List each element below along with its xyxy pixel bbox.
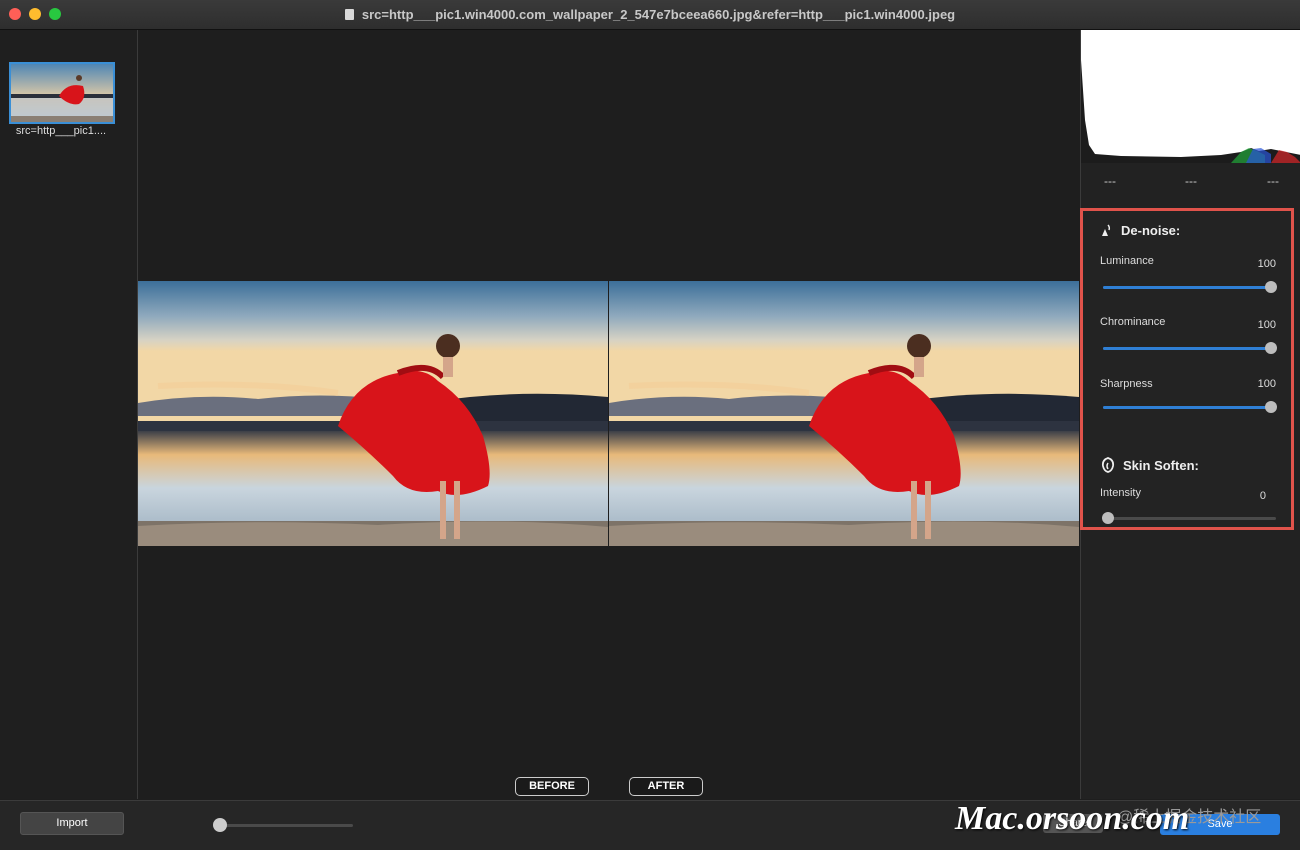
before-image bbox=[138, 281, 608, 546]
sharpness-label: Sharpness bbox=[1100, 378, 1153, 390]
image-canvas: BEFORE AFTER bbox=[138, 30, 1079, 799]
denoise-title: De-noise: bbox=[1121, 223, 1181, 238]
skin-soften-title: Skin Soften: bbox=[1123, 458, 1199, 473]
intensity-slider-knob[interactable] bbox=[1102, 512, 1114, 524]
luminance-slider-fill bbox=[1103, 286, 1271, 289]
histogram-value-2: --- bbox=[1185, 174, 1197, 188]
chrominance-label: Chrominance bbox=[1100, 316, 1166, 328]
watermark-main: Mac.orsoon.com bbox=[955, 800, 1190, 837]
luminance-slider[interactable] bbox=[1103, 281, 1277, 293]
document-icon bbox=[344, 9, 354, 20]
histogram-value-3: --- bbox=[1267, 174, 1279, 188]
chrominance-slider-fill bbox=[1103, 347, 1271, 350]
adjustments-highlight-box: De-noise: Luminance 100 Chrominance 100 … bbox=[1080, 208, 1294, 530]
sharpness-slider[interactable] bbox=[1103, 401, 1277, 413]
thumbnail-label: src=http___pic1.... bbox=[15, 125, 107, 137]
skin-soften-icon bbox=[1101, 457, 1115, 473]
luminance-label: Luminance bbox=[1100, 255, 1154, 267]
luminance-slider-knob[interactable] bbox=[1265, 281, 1277, 293]
before-button[interactable]: BEFORE bbox=[515, 777, 589, 796]
denoise-icon bbox=[1102, 224, 1111, 236]
intensity-slider[interactable] bbox=[1102, 512, 1276, 524]
image-thumbnail[interactable] bbox=[9, 62, 115, 124]
histogram-value-1: --- bbox=[1104, 174, 1116, 188]
after-button[interactable]: AFTER bbox=[629, 777, 703, 796]
import-button[interactable]: Import bbox=[20, 812, 124, 835]
chrominance-value: 100 bbox=[1257, 319, 1276, 331]
chrominance-slider-knob[interactable] bbox=[1265, 342, 1277, 354]
window-title: src=http___pic1.win4000.com_wallpaper_2_… bbox=[361, 7, 956, 22]
title-bar: src=http___pic1.win4000.com_wallpaper_2_… bbox=[0, 0, 1300, 30]
zoom-slider-knob[interactable] bbox=[213, 818, 227, 832]
window-title-container: src=http___pic1.win4000.com_wallpaper_2_… bbox=[0, 7, 1300, 22]
intensity-label: Intensity bbox=[1100, 487, 1141, 499]
zoom-slider[interactable] bbox=[218, 824, 353, 827]
intensity-value: 0 bbox=[1259, 490, 1266, 502]
luminance-value: 100 bbox=[1257, 258, 1276, 270]
sharpness-value: 100 bbox=[1257, 378, 1276, 390]
thumbnail-sidebar: src=http___pic1.... bbox=[0, 30, 138, 799]
after-image bbox=[609, 281, 1079, 546]
chrominance-slider[interactable] bbox=[1103, 342, 1277, 354]
histogram bbox=[1081, 30, 1300, 163]
sharpness-slider-knob[interactable] bbox=[1265, 401, 1277, 413]
sharpness-slider-fill bbox=[1103, 406, 1271, 409]
